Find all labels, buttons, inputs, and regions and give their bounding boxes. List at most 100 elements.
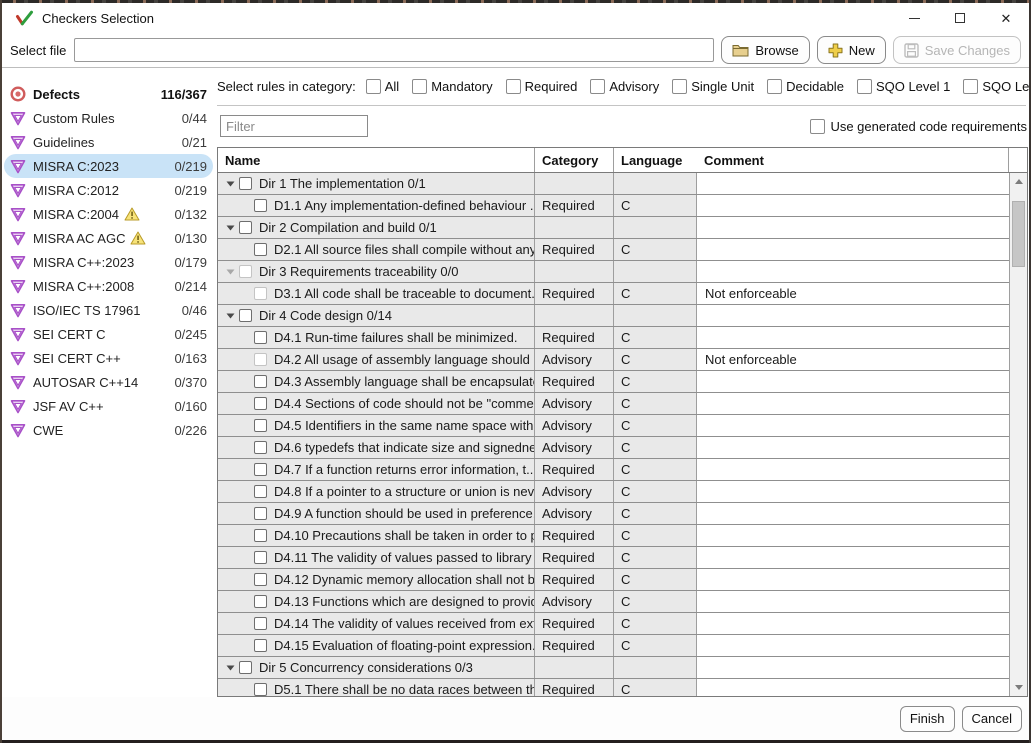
sidebar-item[interactable]: MISRA C:2012 0/219: [4, 178, 213, 202]
sidebar-item[interactable]: SEI CERT C++ 0/163: [4, 346, 213, 370]
sidebar-item[interactable]: MISRA C++:2008 0/214: [4, 274, 213, 298]
sidebar-item[interactable]: Custom Rules 0/44: [4, 106, 213, 130]
category-option[interactable]: Advisory: [590, 79, 659, 94]
table-row[interactable]: D4.4 Sections of code should not be "com…: [218, 393, 1009, 415]
expander-icon[interactable]: [222, 313, 239, 319]
table-row[interactable]: D5.1 There shall be no data races betwee…: [218, 679, 1009, 696]
comment-cell[interactable]: [697, 635, 1009, 656]
filter-input[interactable]: [220, 115, 368, 137]
sidebar-item[interactable]: AUTOSAR C++14 0/370: [4, 370, 213, 394]
comment-cell[interactable]: Not enforceable: [697, 283, 1009, 304]
sidebar-item[interactable]: JSF AV C++ 0/160: [4, 394, 213, 418]
category-option[interactable]: All: [366, 79, 399, 94]
comment-cell[interactable]: [697, 547, 1009, 568]
category-option[interactable]: SQO Level 2: [963, 79, 1029, 94]
maximize-button[interactable]: [937, 3, 983, 33]
table-row[interactable]: D4.6 typedefs that indicate size and sig…: [218, 437, 1009, 459]
sidebar-item[interactable]: ISO/IEC TS 17961 0/46: [4, 298, 213, 322]
sidebar-item[interactable]: MISRA C:2004 0/132: [4, 202, 213, 226]
save-changes-button[interactable]: Save Changes: [893, 36, 1021, 64]
rule-checkbox[interactable]: [254, 485, 267, 498]
vertical-scrollbar[interactable]: [1009, 173, 1027, 696]
expander-icon[interactable]: [222, 269, 239, 275]
sidebar-item[interactable]: Defects 116/367: [4, 82, 213, 106]
category-option[interactable]: Required: [506, 79, 578, 94]
sidebar-item[interactable]: SEI CERT C 0/245: [4, 322, 213, 346]
generated-code-checkbox[interactable]: Use generated code requirements: [810, 119, 1027, 134]
table-row[interactable]: D4.3 Assembly language shall be encapsul…: [218, 371, 1009, 393]
generated-code-checkbox-box[interactable]: [810, 119, 825, 134]
scroll-up-button[interactable]: [1010, 173, 1027, 190]
table-row[interactable]: Dir 1 The implementation 0/1: [218, 173, 1009, 195]
rule-checkbox[interactable]: [254, 463, 267, 476]
category-option[interactable]: Decidable: [767, 79, 844, 94]
category-option[interactable]: SQO Level 1: [857, 79, 950, 94]
comment-cell[interactable]: [697, 503, 1009, 524]
rule-checkbox[interactable]: [254, 595, 267, 608]
table-row[interactable]: D4.10 Precautions shall be taken in orde…: [218, 525, 1009, 547]
rule-checkbox[interactable]: [254, 287, 267, 300]
comment-cell[interactable]: [697, 415, 1009, 436]
rule-checkbox[interactable]: [254, 639, 267, 652]
table-row[interactable]: D2.1 All source files shall compile with…: [218, 239, 1009, 261]
sidebar-item[interactable]: CWE 0/226: [4, 418, 213, 442]
finish-button[interactable]: Finish: [900, 706, 955, 732]
table-row[interactable]: D3.1 All code shall be traceable to docu…: [218, 283, 1009, 305]
comment-cell[interactable]: [697, 305, 1009, 326]
select-file-input[interactable]: [74, 38, 714, 62]
rule-checkbox[interactable]: [254, 617, 267, 630]
table-row[interactable]: D4.15 Evaluation of floating-point expre…: [218, 635, 1009, 657]
rule-checkbox[interactable]: [254, 573, 267, 586]
table-column-header[interactable]: Name: [218, 148, 535, 172]
table-row[interactable]: D4.13 Functions which are designed to pr…: [218, 591, 1009, 613]
rule-checkbox[interactable]: [254, 331, 267, 344]
rule-checkbox[interactable]: [254, 551, 267, 564]
comment-cell[interactable]: [697, 195, 1009, 216]
comment-cell[interactable]: [697, 393, 1009, 414]
sidebar-item[interactable]: Guidelines 0/21: [4, 130, 213, 154]
rule-checkbox[interactable]: [254, 199, 267, 212]
table-row[interactable]: D4.14 The validity of values received fr…: [218, 613, 1009, 635]
rule-checkbox[interactable]: [254, 441, 267, 454]
table-column-header[interactable]: Comment: [697, 148, 1009, 172]
minimize-button[interactable]: [891, 3, 937, 33]
comment-cell[interactable]: [697, 525, 1009, 546]
table-row[interactable]: Dir 5 Concurrency considerations 0/3: [218, 657, 1009, 679]
rule-checkbox[interactable]: [254, 683, 267, 696]
category-checkbox[interactable]: [506, 79, 521, 94]
expander-icon[interactable]: [222, 225, 239, 231]
table-row[interactable]: D4.2 All usage of assembly language shou…: [218, 349, 1009, 371]
comment-cell[interactable]: [697, 679, 1009, 696]
table-row[interactable]: D4.9 A function should be used in prefer…: [218, 503, 1009, 525]
category-checkbox[interactable]: [672, 79, 687, 94]
comment-cell[interactable]: [697, 261, 1009, 282]
table-row[interactable]: D4.12 Dynamic memory allocation shall no…: [218, 569, 1009, 591]
rule-checkbox[interactable]: [239, 309, 252, 322]
table-row[interactable]: D4.11 The validity of values passed to l…: [218, 547, 1009, 569]
table-row[interactable]: D4.7 If a function returns error informa…: [218, 459, 1009, 481]
comment-cell[interactable]: [697, 569, 1009, 590]
table-row[interactable]: Dir 3 Requirements traceability 0/0: [218, 261, 1009, 283]
table-row[interactable]: D4.8 If a pointer to a structure or unio…: [218, 481, 1009, 503]
comment-cell[interactable]: [697, 657, 1009, 678]
rule-checkbox[interactable]: [239, 661, 252, 674]
table-row[interactable]: Dir 2 Compilation and build 0/1: [218, 217, 1009, 239]
table-column-header[interactable]: Category: [535, 148, 614, 172]
cancel-button[interactable]: Cancel: [962, 706, 1022, 732]
table-row[interactable]: D1.1 Any implementation-defined behaviou…: [218, 195, 1009, 217]
comment-cell[interactable]: Not enforceable: [697, 349, 1009, 370]
rule-checkbox[interactable]: [254, 397, 267, 410]
rule-checkbox[interactable]: [239, 265, 252, 278]
rule-checkbox[interactable]: [254, 243, 267, 256]
comment-cell[interactable]: [697, 327, 1009, 348]
rule-checkbox[interactable]: [239, 221, 252, 234]
table-row[interactable]: D4.5 Identifiers in the same name space …: [218, 415, 1009, 437]
comment-cell[interactable]: [697, 481, 1009, 502]
rule-checkbox[interactable]: [254, 529, 267, 542]
sidebar-item[interactable]: MISRA C++:2023 0/179: [4, 250, 213, 274]
comment-cell[interactable]: [697, 459, 1009, 480]
category-option[interactable]: Mandatory: [412, 79, 492, 94]
table-row[interactable]: Dir 4 Code design 0/14: [218, 305, 1009, 327]
sidebar-item[interactable]: MISRA AC AGC 0/130: [4, 226, 213, 250]
scroll-down-button[interactable]: [1010, 679, 1027, 696]
